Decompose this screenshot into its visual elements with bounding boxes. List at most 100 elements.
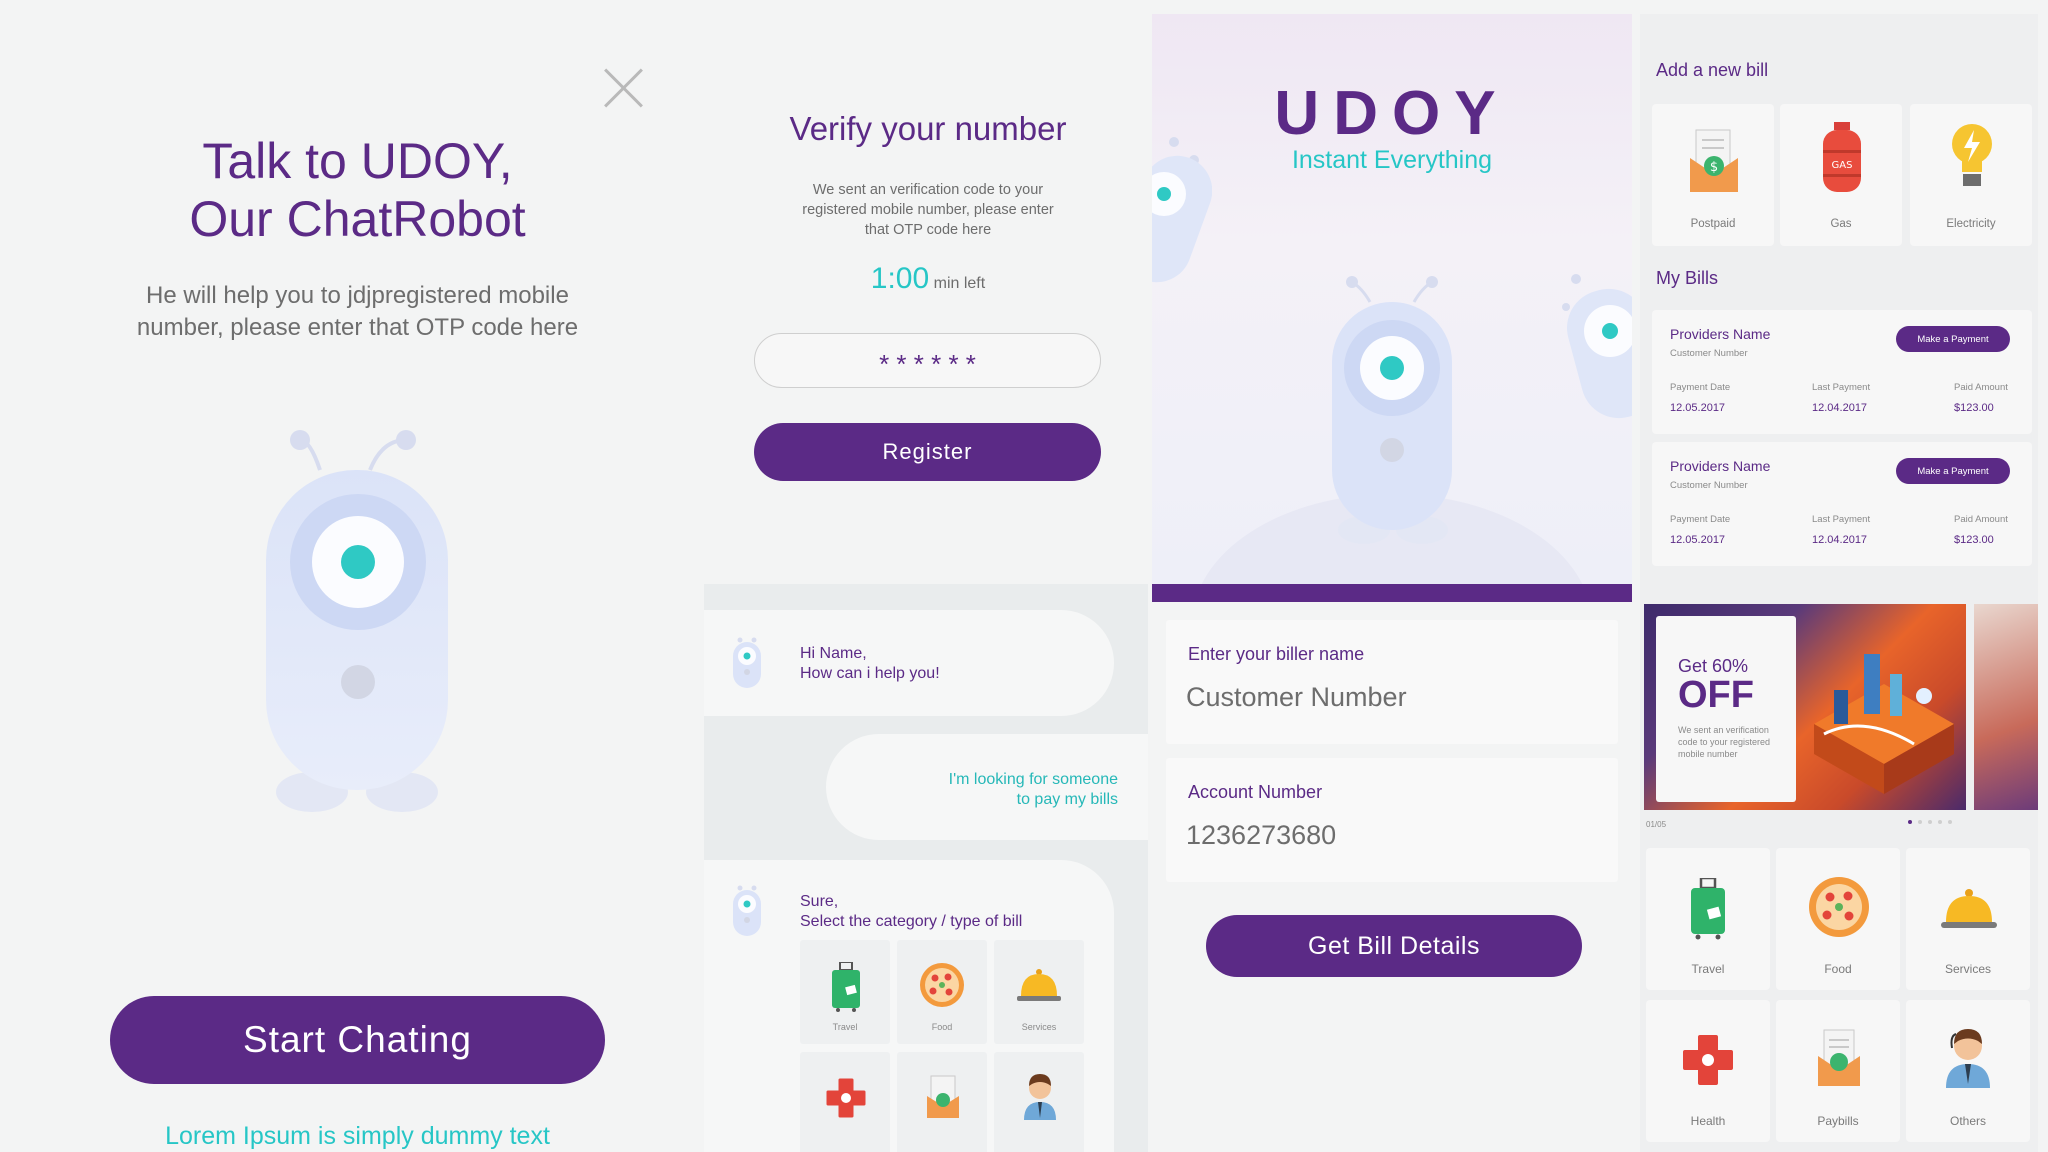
slide-counter: 01/05: [1646, 820, 1667, 829]
bill-card[interactable]: Providers Name Customer Number Make a Pa…: [1652, 442, 2032, 566]
biller-name-field[interactable]: Enter your biller name Customer Number: [1166, 620, 1618, 744]
payment-date-value: 12.05.2017: [1670, 402, 1726, 414]
paid-amount-value: $123.00: [1954, 402, 1994, 414]
user-message-text: I'm looking for someone to pay my bills: [949, 770, 1118, 810]
carousel-dot[interactable]: [1928, 820, 1932, 824]
last-payment-label: Last Payment: [1812, 382, 1871, 393]
bot-message-bubble: Hi Name, How can i help you!: [704, 610, 1114, 716]
categories-screen: Get 60% OFF We sent an verification code…: [1640, 584, 2038, 1152]
bot-message-line: Hi Name,: [800, 645, 867, 662]
last-payment-value: 12.04.2017: [1812, 402, 1868, 414]
account-number-value[interactable]: 1236273680: [1186, 820, 1336, 851]
carousel-dot[interactable]: [1918, 820, 1922, 824]
add-bill-label: Postpaid: [1690, 218, 1736, 230]
gas-badge-label: GAS: [1832, 160, 1853, 171]
intro-description: He will help you to jdjpregistered mobil…: [136, 282, 579, 341]
biller-name-label: Enter your biller name: [1188, 644, 1365, 664]
biller-form-screen: Enter your biller name Customer Number A…: [1152, 584, 1632, 1152]
add-bill-label: Electricity: [1946, 218, 1996, 230]
category-label: Services: [1021, 1022, 1057, 1032]
last-payment-label: Last Payment: [1812, 514, 1871, 525]
get-bill-details-button[interactable]: Get Bill Details: [1206, 915, 1582, 977]
category-food[interactable]: Food: [897, 940, 987, 1044]
account-number-label: Account Number: [1188, 782, 1323, 802]
robot-mascot-icon: [266, 430, 448, 812]
promo-card: Get 60% OFF We sent an verification code…: [1656, 616, 1796, 802]
account-number-field[interactable]: Account Number 1236273680: [1166, 758, 1618, 882]
bot-message-text: Sure, Select the category / type of bill: [800, 892, 1022, 932]
my-bills-title: My Bills: [1656, 268, 1718, 288]
customer-number: Customer Number: [1670, 480, 1748, 491]
category-label: Services: [1944, 962, 1991, 976]
start-chatting-button[interactable]: Start Chating: [110, 996, 605, 1084]
category-label: Food: [1824, 962, 1852, 976]
timer-value: 1:00: [870, 262, 930, 295]
robot-mascot-icon: [1332, 276, 1452, 544]
category-services[interactable]: Services: [1906, 848, 2030, 990]
header-bar: [1152, 584, 1632, 602]
category-label: Food: [931, 1022, 953, 1032]
pizza-icon: [1809, 877, 1869, 937]
next-banner-peek[interactable]: [1974, 604, 2038, 810]
app-logo: UDOY: [1274, 79, 1510, 148]
provider-name: Providers Name: [1670, 326, 1771, 342]
make-payment-button[interactable]: Make a Payment: [1896, 458, 2010, 484]
intro-footer-text[interactable]: Lorem Ipsum is simply dummy text: [110, 1122, 605, 1151]
chat-intro-screen: Talk to UDOY, Our ChatRobot He will help…: [0, 0, 704, 1152]
user-message-bubble: I'm looking for someone to pay my bills: [826, 734, 1148, 840]
category-label: Travel: [832, 1022, 858, 1032]
robot-avatar-icon: [733, 885, 761, 936]
intro-title: Talk to UDOY, Our ChatRobot: [60, 132, 655, 248]
paybills-icon: [927, 1075, 959, 1118]
bot-category-bubble: Sure, Select the category / type of bill…: [704, 860, 1114, 1152]
chat-screen: Hi Name, How can i help you! I'm looking…: [704, 584, 1148, 1152]
biller-name-value[interactable]: Customer Number: [1186, 682, 1407, 713]
health-cross-icon: [826, 1078, 866, 1118]
intro-title-line2: Our ChatRobot: [189, 191, 526, 247]
add-bill-gas[interactable]: GAS Gas: [1780, 104, 1902, 246]
bill-card[interactable]: Providers Name Customer Number Make a Pa…: [1652, 310, 2032, 434]
bot-message-line: How can i help you!: [800, 665, 940, 682]
health-cross-icon: [1683, 1035, 1733, 1085]
add-bill-postpaid[interactable]: $ Postpaid: [1652, 104, 1774, 246]
service-bell-icon: [1941, 889, 1997, 928]
category-paybills[interactable]: [897, 1052, 987, 1152]
category-label: Travel: [1691, 962, 1725, 976]
category-food[interactable]: Food: [1776, 848, 1900, 990]
promo-description: We sent an verification code to your reg…: [1678, 725, 1771, 759]
carousel-dot[interactable]: [1938, 820, 1942, 824]
paid-amount-value: $123.00: [1954, 534, 1994, 546]
make-payment-button[interactable]: Make a Payment: [1896, 326, 2010, 352]
category-health[interactable]: [800, 1052, 890, 1152]
category-travel[interactable]: Travel: [1646, 848, 1770, 990]
user-message-line: I'm looking for someone: [948, 771, 1118, 788]
timer-suffix: min left: [933, 275, 986, 292]
add-bill-electricity[interactable]: Electricity: [1910, 104, 2032, 246]
carousel-dot[interactable]: [1948, 820, 1952, 824]
robot-peek-left-icon: [1152, 137, 1212, 283]
promo-banner[interactable]: Get 60% OFF We sent an verification code…: [1644, 604, 1966, 810]
category-others[interactable]: [994, 1052, 1084, 1152]
support-agent-icon: [1946, 1029, 1990, 1088]
app-tagline: Instant Everything: [1291, 146, 1493, 174]
customer-number: Customer Number: [1670, 348, 1748, 359]
promo-off-text: OFF: [1678, 674, 1754, 716]
register-button[interactable]: Register: [754, 423, 1101, 481]
support-agent-icon: [1024, 1074, 1056, 1120]
otp-input[interactable]: * * * * * *: [754, 333, 1101, 388]
service-bell-icon: [1017, 969, 1061, 1001]
payment-date-label: Payment Date: [1670, 514, 1731, 525]
carousel-dot[interactable]: [1908, 820, 1912, 824]
paid-amount-label: Paid Amount: [1954, 382, 2008, 393]
robot-avatar-icon: [733, 637, 761, 688]
category-travel[interactable]: Travel: [800, 940, 890, 1044]
category-services[interactable]: Services: [994, 940, 1084, 1044]
robot-peek-right-icon: [1562, 274, 1632, 419]
carousel-dots[interactable]: [1908, 820, 1952, 824]
category-paybills[interactable]: Paybills: [1776, 1000, 1900, 1142]
close-icon[interactable]: [602, 66, 646, 110]
verify-description: We sent an verification code to your reg…: [802, 182, 1054, 238]
category-others[interactable]: Others: [1906, 1000, 2030, 1142]
category-health[interactable]: Health: [1646, 1000, 1770, 1142]
category-label: Health: [1690, 1114, 1726, 1128]
